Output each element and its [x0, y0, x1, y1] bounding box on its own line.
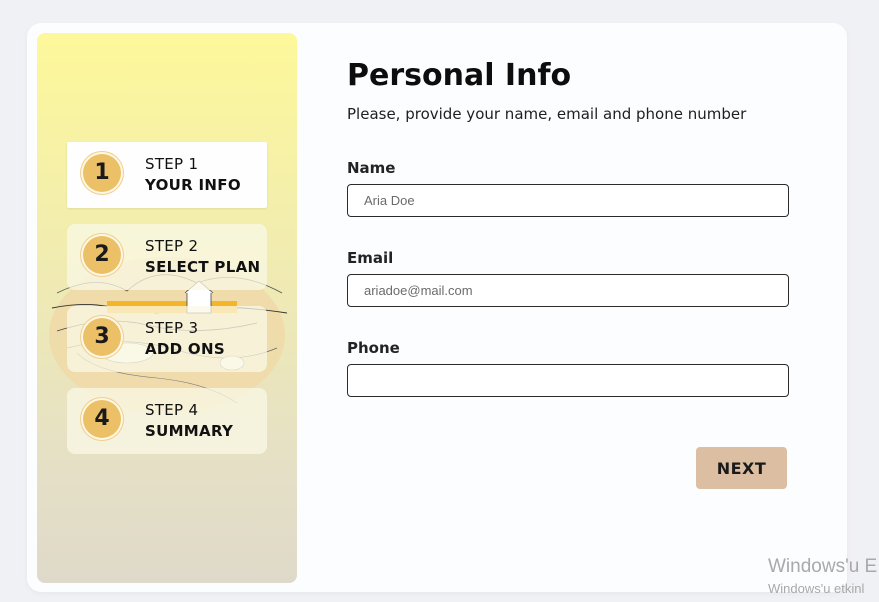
- step-item-4[interactable]: 4 STEP 4 SUMMARY: [67, 388, 267, 454]
- name-input[interactable]: [347, 184, 789, 217]
- step-label: STEP 3: [145, 319, 199, 337]
- form-content: Personal Info Please, provide your name,…: [347, 53, 789, 397]
- step-number-badge: 3: [83, 318, 121, 356]
- step-item-2[interactable]: 2 STEP 2 SELECT PLAN: [67, 224, 267, 290]
- watermark-line-2: Windows'u etkinl: [768, 581, 865, 596]
- phone-label: Phone: [347, 339, 400, 357]
- page-title: Personal Info: [347, 58, 572, 93]
- step-number-badge: 1: [83, 154, 121, 192]
- phone-input[interactable]: [347, 364, 789, 397]
- email-label: Email: [347, 249, 394, 267]
- step-title: ADD ONS: [145, 340, 225, 358]
- step-label: STEP 1: [145, 155, 199, 173]
- steps-sidebar: 1 STEP 1 YOUR INFO 2 STEP 2 SELECT PLAN …: [37, 33, 297, 583]
- name-label: Name: [347, 159, 396, 177]
- step-title: SELECT PLAN: [145, 258, 261, 276]
- windows-activation-watermark: Windows'u E Windows'u etkinl: [768, 556, 877, 596]
- form-card: 1 STEP 1 YOUR INFO 2 STEP 2 SELECT PLAN …: [27, 23, 847, 592]
- next-button[interactable]: NEXT: [696, 447, 787, 489]
- step-number-badge: 2: [83, 236, 121, 274]
- watermark-line-1: Windows'u E: [768, 556, 878, 577]
- step-item-1[interactable]: 1 STEP 1 YOUR INFO: [67, 142, 267, 208]
- step-label: STEP 4: [145, 401, 199, 419]
- step-title: SUMMARY: [145, 422, 234, 440]
- page-subtitle: Please, provide your name, email and pho…: [347, 105, 747, 123]
- step-number-badge: 4: [83, 400, 121, 438]
- step-title: YOUR INFO: [145, 176, 241, 194]
- step-item-3[interactable]: 3 STEP 3 ADD ONS: [67, 306, 267, 372]
- step-label: STEP 2: [145, 237, 199, 255]
- email-input[interactable]: [347, 274, 789, 307]
